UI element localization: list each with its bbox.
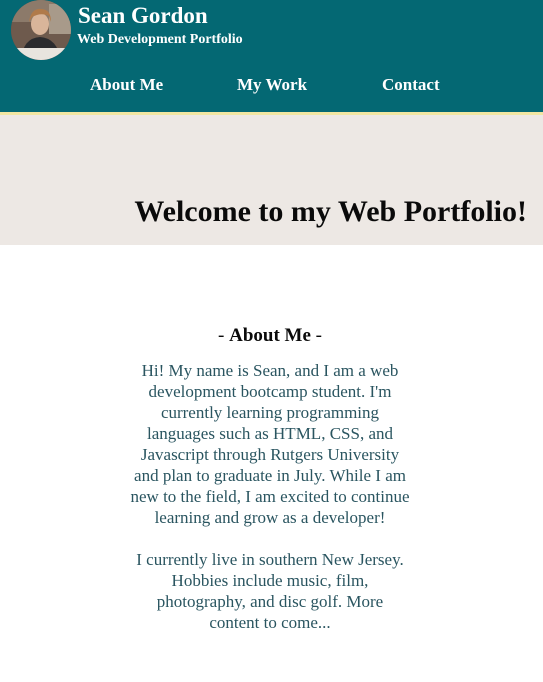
profile-photo-icon	[11, 0, 71, 60]
site-subtitle: Web Development Portfolio	[77, 32, 243, 47]
nav-link-about-me[interactable]: About Me	[90, 76, 163, 94]
about-paragraph-intro: Hi! My name is Sean, and I am a web deve…	[130, 361, 410, 527]
about-section: - About Me - Hi! My name is Sean, and I …	[130, 325, 410, 633]
site-name: Sean Gordon	[78, 3, 208, 28]
site-header: Sean Gordon Web Development Portfolio Ab…	[0, 0, 543, 115]
about-heading-text: About Me	[229, 325, 311, 346]
nav-link-my-work[interactable]: My Work	[237, 76, 307, 94]
hero-banner: Welcome to my Web Portfolio!	[0, 115, 543, 245]
main-nav: About Me My Work Contact	[0, 76, 543, 96]
about-heading-prefix: -	[218, 325, 230, 346]
about-heading-suffix: -	[310, 325, 322, 346]
about-paragraph-hobbies: I currently live in southern New Jersey.…	[136, 550, 404, 632]
nav-link-contact[interactable]: Contact	[382, 76, 440, 94]
about-heading: - About Me -	[130, 325, 410, 347]
hero-title: Welcome to my Web Portfolio!	[134, 195, 527, 228]
avatar	[11, 0, 71, 60]
